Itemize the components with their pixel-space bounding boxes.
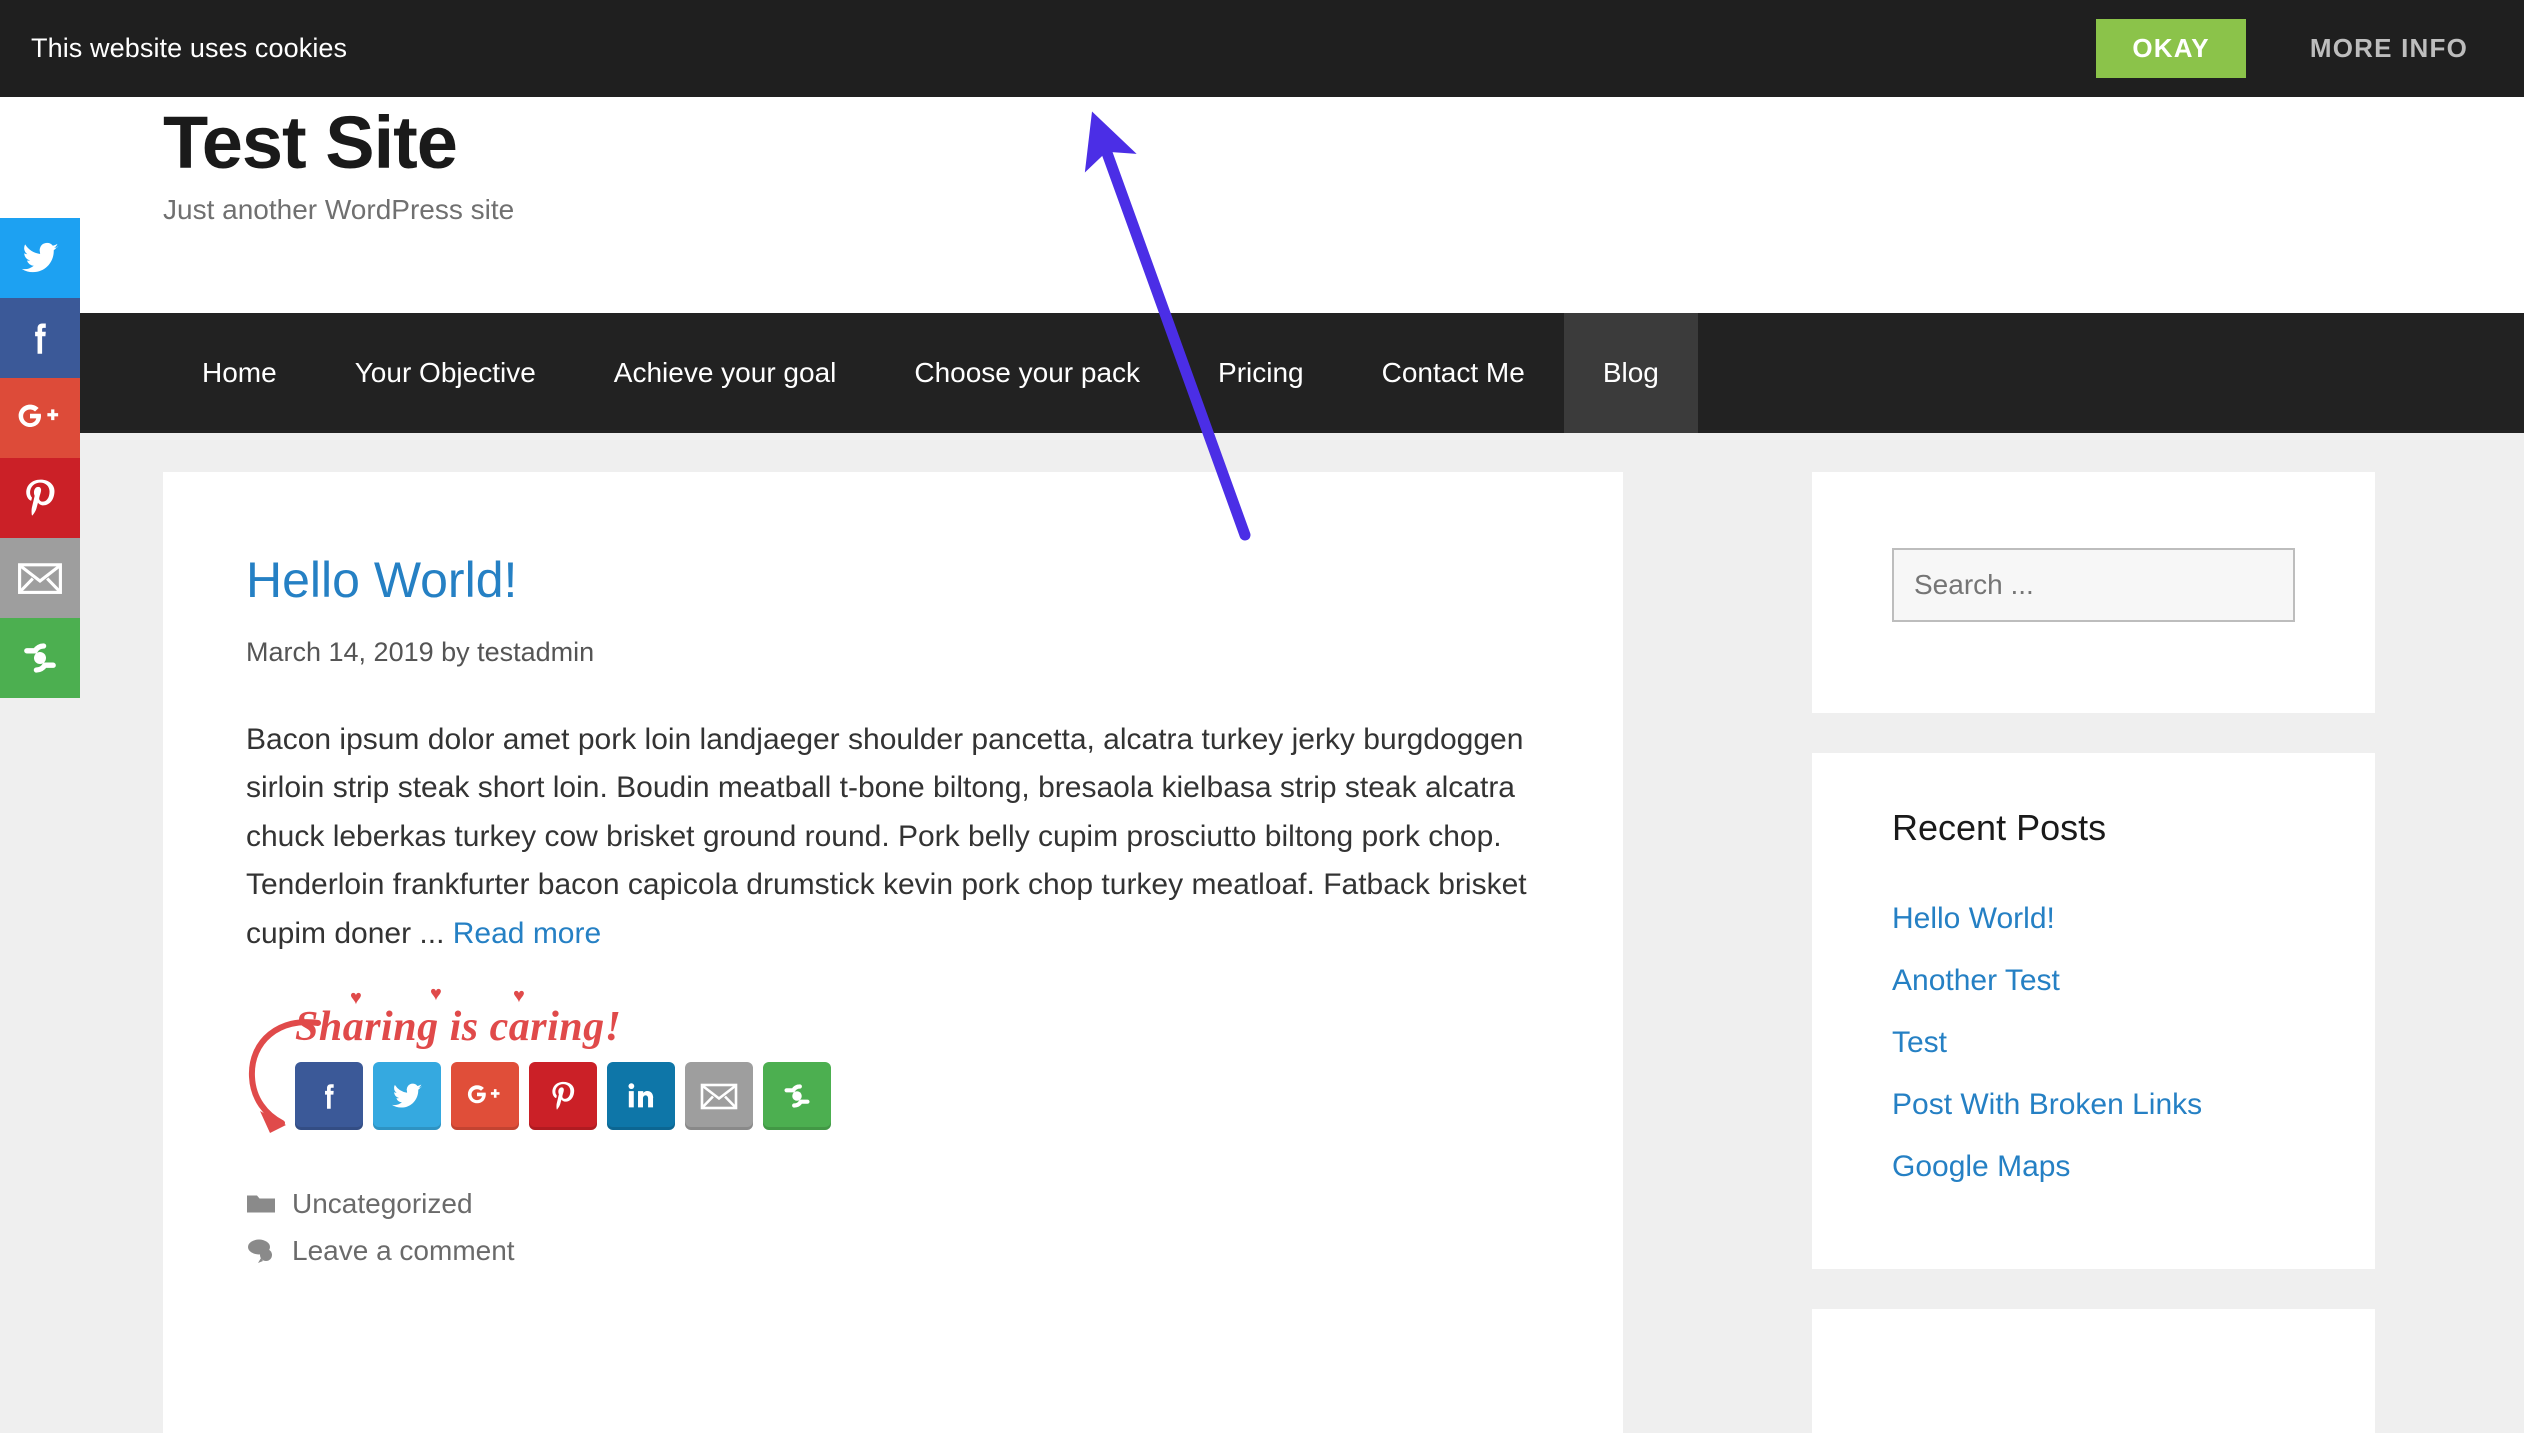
nav-item-your-objective[interactable]: Your Objective [316,313,575,433]
post-excerpt-text: Bacon ipsum dolor amet pork loin landjae… [246,722,1527,950]
twitter-icon [21,242,59,273]
nav-item-blog[interactable]: Blog [1563,313,1698,433]
facebook-icon [35,323,46,354]
post-article: Hello World! March 14, 2019 by testadmin… [163,472,1623,1342]
recent-post-link-2[interactable]: Another Test [1892,963,2295,999]
widget-recent-posts: Recent Posts Hello World! Another Test T… [1812,753,2375,1269]
search-input[interactable] [1892,548,2295,622]
share-caption: ♥ ♥ ♥ Sharing is caring! [295,983,622,1051]
share-button-pinterest[interactable] [529,1062,597,1131]
rail-button-twitter[interactable] [0,218,80,298]
share-caption-text: Sharing is caring! [295,1004,622,1051]
share-block: ♥ ♥ ♥ Sharing is caring! [246,983,1540,1134]
sharethis-icon [784,1084,810,1109]
recent-post-link-3[interactable]: Test [1892,1025,2295,1061]
share-buttons [295,1062,1540,1131]
rail-button-pinterest[interactable] [0,458,80,538]
rail-button-sharethis[interactable] [0,618,80,698]
social-share-rail [0,218,80,698]
page-root: This website uses cookies OKAY MORE INFO… [0,0,2524,1433]
rail-button-googleplus[interactable] [0,378,80,458]
share-button-twitter[interactable] [373,1062,441,1131]
nav-item-choose-your-pack[interactable]: Choose your pack [875,313,1179,433]
googleplus-icon [467,1085,500,1104]
recent-post-link-1[interactable]: Hello World! [1892,901,2295,937]
comment-bubble-icon [246,1238,284,1264]
email-icon [700,1084,738,1110]
site-title[interactable]: Test Site [163,99,458,188]
cookie-consent-bar: This website uses cookies OKAY MORE INFO [0,0,2524,97]
pinterest-icon [26,479,55,516]
share-button-email[interactable] [685,1062,753,1131]
nav-item-contact-me[interactable]: Contact Me [1343,313,1564,433]
nav-item-achieve-your-goal[interactable]: Achieve your goal [575,313,876,433]
googleplus-icon [18,404,59,427]
heart-icon: ♥ [513,985,526,1008]
email-icon [18,563,62,594]
pinterest-icon [552,1082,575,1110]
post-category-row: Uncategorized [246,1188,1540,1220]
twitter-icon [392,1084,422,1109]
post-title-link[interactable]: Hello World! [246,552,517,610]
rail-button-facebook[interactable] [0,298,80,378]
heart-icon: ♥ [430,983,443,1006]
site-tagline: Just another WordPress site [163,194,515,225]
widget-next [1812,1309,2375,1433]
post-excerpt: Bacon ipsum dolor amet pork loin landjae… [246,716,1540,959]
post-footer: Uncategorized Leave a comment [246,1188,1540,1342]
post-date-author: March 14, 2019 by testadmin [246,636,595,667]
recent-post-link-4[interactable]: Post With Broken Links [1892,1087,2295,1123]
cookie-actions: OKAY MORE INFO [2096,19,2468,78]
post-category-link[interactable]: Uncategorized [292,1188,473,1220]
share-button-linkedin[interactable] [607,1062,675,1131]
rail-button-email[interactable] [0,538,80,618]
main-content-column: Hello World! March 14, 2019 by testadmin… [163,472,1623,1433]
leave-comment-link[interactable]: Leave a comment [292,1235,515,1267]
cookie-message-text: This website uses cookies [31,33,348,63]
sidebar: Recent Posts Hello World! Another Test T… [1812,472,2375,1433]
post-comment-row: Leave a comment [246,1235,1540,1267]
share-button-googleplus[interactable] [451,1062,519,1131]
recent-post-link-5[interactable]: Google Maps [1892,1149,2295,1185]
sharethis-icon [24,643,56,673]
primary-navigation: Home Your Objective Achieve your goal Ch… [0,313,2524,433]
read-more-link[interactable]: Read more [453,917,601,950]
cookie-okay-button[interactable]: OKAY [2096,19,2246,78]
post-meta: March 14, 2019 by testadmin [246,637,1540,668]
cookie-more-info-link[interactable]: MORE INFO [2310,33,2468,64]
widget-search [1812,472,2375,713]
site-header: Test Site Just another WordPress site [0,97,2524,313]
heart-icon: ♥ [350,987,363,1010]
nav-item-home[interactable]: Home [163,313,316,433]
nav-item-pricing[interactable]: Pricing [1179,313,1343,433]
linkedin-icon [628,1083,654,1108]
widget-title-recent-posts: Recent Posts [1892,807,2107,848]
folder-icon [246,1192,284,1216]
share-button-sharethis[interactable] [763,1062,831,1131]
